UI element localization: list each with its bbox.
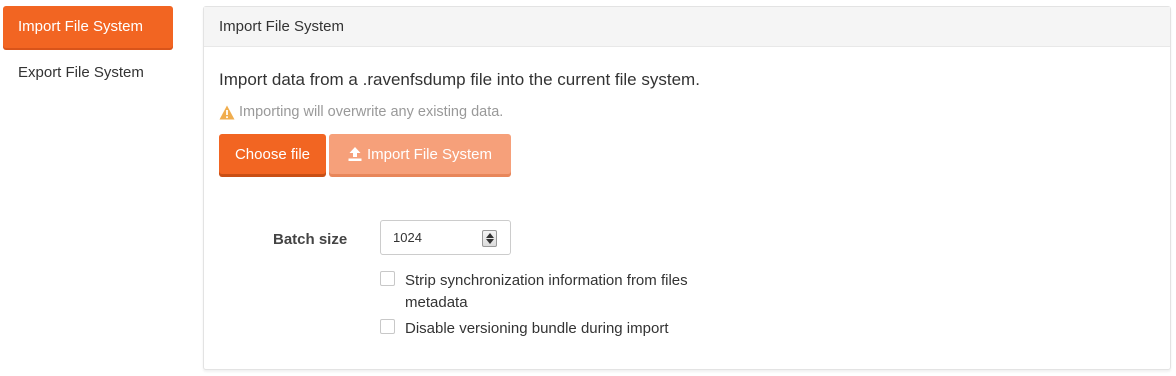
intro-text: Import data from a .ravenfsdump file int… <box>219 70 700 89</box>
strip-sync-label: Strip synchronization information from f… <box>405 272 688 311</box>
import-button-label: Import File System <box>366 145 493 163</box>
disable-versioning-label: Disable versioning bundle during import <box>405 320 669 337</box>
upload-icon <box>348 147 362 161</box>
strip-sync-option[interactable]: Strip synchronization information from f… <box>380 270 735 314</box>
import-panel: Import File System Import data from a .r… <box>203 6 1171 370</box>
batch-size-value: 1024 <box>393 230 422 245</box>
import-file-system-button[interactable]: Import File System <box>329 134 511 174</box>
disable-versioning-option[interactable]: Disable versioning bundle during import <box>380 318 735 340</box>
strip-sync-checkbox[interactable] <box>380 271 395 286</box>
batch-size-label: Batch size <box>273 231 348 248</box>
panel-title: Import File System <box>204 7 1170 47</box>
batch-size-input[interactable]: 1024 <box>380 220 511 255</box>
warning-icon <box>219 105 235 119</box>
sidebar-item-import[interactable]: Import File System <box>3 6 173 48</box>
disable-versioning-checkbox[interactable] <box>380 319 395 334</box>
stepper-down-icon[interactable] <box>486 239 494 244</box>
warning-text: Importing will overwrite any existing da… <box>239 104 504 120</box>
stepper-up-icon[interactable] <box>486 233 494 238</box>
batch-size-stepper[interactable] <box>482 230 497 247</box>
sidebar-item-export[interactable]: Export File System <box>3 52 173 94</box>
choose-file-button[interactable]: Choose file <box>219 134 326 174</box>
warning-message: Importing will overwrite any existing da… <box>219 104 503 120</box>
